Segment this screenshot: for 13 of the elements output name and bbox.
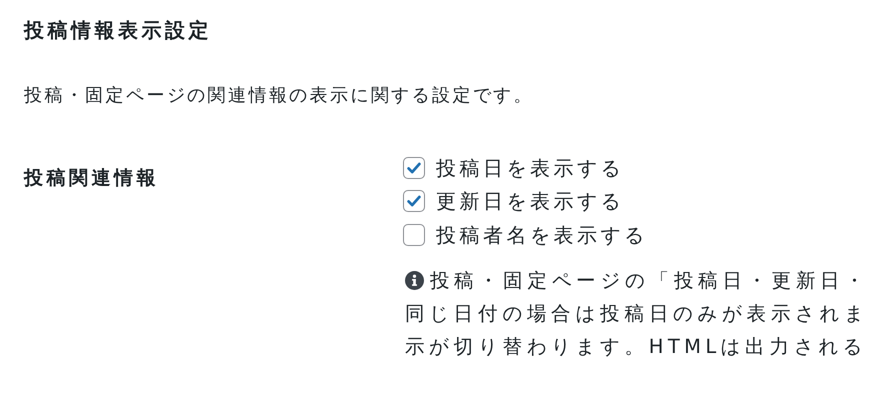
setting-label: 投稿関連情報 — [24, 166, 160, 191]
info-icon — [404, 270, 424, 290]
note-text: 示が切り替わります。HTMLは出力される — [404, 334, 868, 360]
checkbox[interactable] — [402, 156, 425, 179]
checkbox[interactable] — [402, 224, 425, 246]
checkbox-label[interactable]: 投稿者名を表示する — [436, 222, 648, 248]
section-title: 投稿情報表示設定 — [24, 17, 213, 44]
description-text: 投稿・固定ページの関連情報の表示に関する設定です。 — [24, 84, 535, 108]
checkbox[interactable] — [402, 190, 425, 212]
checkbox-label[interactable]: 投稿日を表示する — [436, 154, 624, 181]
note-text: 投稿・固定ページの「投稿日・更新日・ — [430, 268, 869, 294]
checkbox-label[interactable]: 更新日を表示する — [436, 188, 624, 214]
note-text: 同じ日付の場合は投稿日のみが表示されま — [404, 300, 868, 326]
